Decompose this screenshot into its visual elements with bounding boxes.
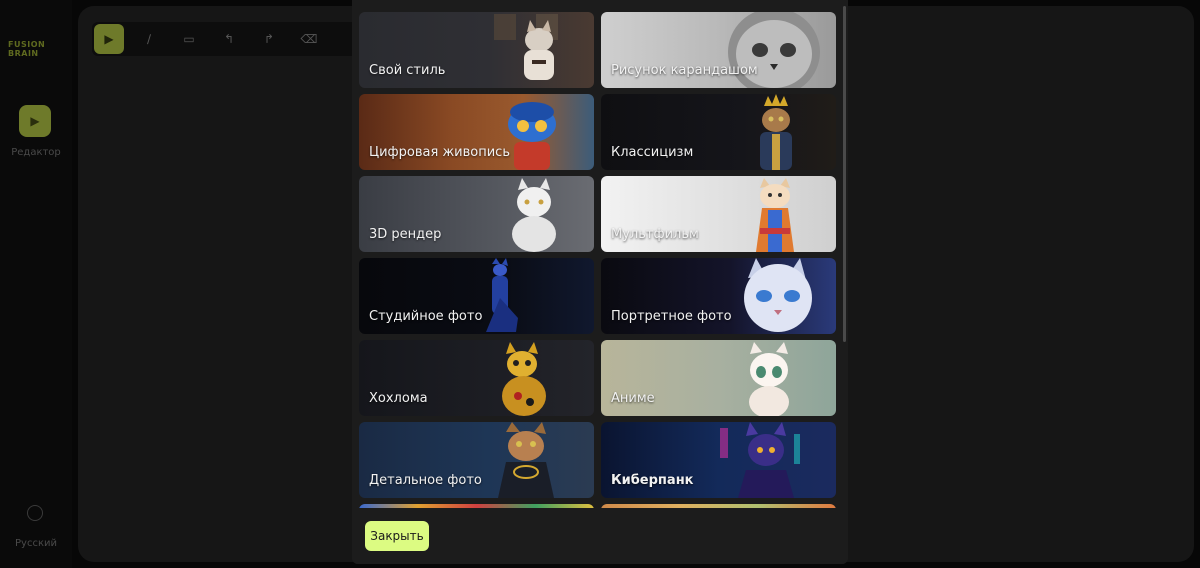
style-grid-scrollbar[interactable] (843, 6, 846, 342)
redo-icon: ↱ (263, 32, 275, 46)
style-card[interactable]: Студийное фото (359, 258, 594, 334)
style-card[interactable]: Детальное фото (359, 422, 594, 498)
style-card-label: Цифровая живопись (369, 145, 510, 160)
style-preview-image (716, 258, 826, 334)
style-card-label: Хохлома (369, 391, 428, 406)
style-card[interactable]: 3D рендер (359, 176, 594, 252)
style-card[interactable]: Свой стиль (359, 12, 594, 88)
style-card-label: Детальное фото (369, 473, 482, 488)
style-preview-image (716, 422, 826, 498)
style-grid: Свой стиль Рисунок карандашом Цифровая жив… (359, 12, 836, 508)
style-card-label: Рисунок карандашом (611, 63, 758, 78)
style-card[interactable]: Аниме (601, 340, 836, 416)
style-card-label: Киберпанк (611, 473, 694, 488)
style-preview-image (716, 340, 826, 416)
style-preview-image (474, 422, 584, 498)
style-card[interactable]: Цифровая живопись (359, 94, 594, 170)
select-tool-button[interactable]: ▶ (94, 24, 124, 54)
modal-footer: Закрыть (352, 508, 848, 564)
style-preview-image (474, 12, 584, 88)
cursor-icon: ▶ (104, 32, 114, 46)
style-card[interactable]: Мультфильм (601, 176, 836, 252)
style-card-label: Свой стиль (369, 63, 446, 78)
style-card-label: Мультфильм (611, 227, 699, 242)
style-preview-image (474, 340, 584, 416)
eraser-tool-button[interactable]: ⌫ (294, 24, 324, 54)
image-icon: ▭ (183, 32, 195, 46)
app-logo: FUSION BRAIN (8, 40, 46, 58)
style-card-label: 3D рендер (369, 227, 442, 242)
style-card-label: Классицизм (611, 145, 694, 160)
style-card[interactable]: Классицизм (601, 94, 836, 170)
style-card[interactable]: Хохлома (359, 340, 594, 416)
style-card[interactable]: Рисунок карандашом (601, 12, 836, 88)
style-card[interactable]: Киберпанк (601, 422, 836, 498)
brush-tool-button[interactable]: ∕ (134, 24, 164, 54)
language-icon[interactable] (27, 505, 43, 521)
brush-icon: ∕ (146, 32, 152, 46)
redo-tool-button[interactable]: ↱ (254, 24, 284, 54)
style-preview-image (716, 94, 826, 170)
editor-nav-button[interactable]: ▶ (19, 105, 51, 137)
language-label[interactable]: Русский (0, 538, 72, 549)
undo-icon: ↰ (223, 32, 235, 46)
app-sidebar: FUSION BRAIN ▶ Редактор Русский (0, 0, 72, 568)
style-card-label: Портретное фото (611, 309, 732, 324)
style-card-label: Аниме (611, 391, 655, 406)
style-card[interactable]: Портретное фото (601, 258, 836, 334)
eraser-icon: ⌫ (300, 32, 318, 46)
editor-icon: ▶ (30, 114, 40, 128)
style-preview-image (474, 258, 584, 334)
undo-tool-button[interactable]: ↰ (214, 24, 244, 54)
style-preview-image (474, 176, 584, 252)
close-button[interactable]: Закрыть (365, 521, 429, 551)
image-tool-button[interactable]: ▭ (174, 24, 204, 54)
style-card-label: Студийное фото (369, 309, 483, 324)
style-preview-image (716, 176, 826, 252)
editor-nav-label: Редактор (11, 147, 61, 158)
editor-toolbar: ▶ ∕ ▭ ↰ ↱ ⌫ (92, 22, 362, 56)
style-picker-modal: Свой стиль Рисунок карандашом Цифровая жив… (352, 0, 848, 564)
